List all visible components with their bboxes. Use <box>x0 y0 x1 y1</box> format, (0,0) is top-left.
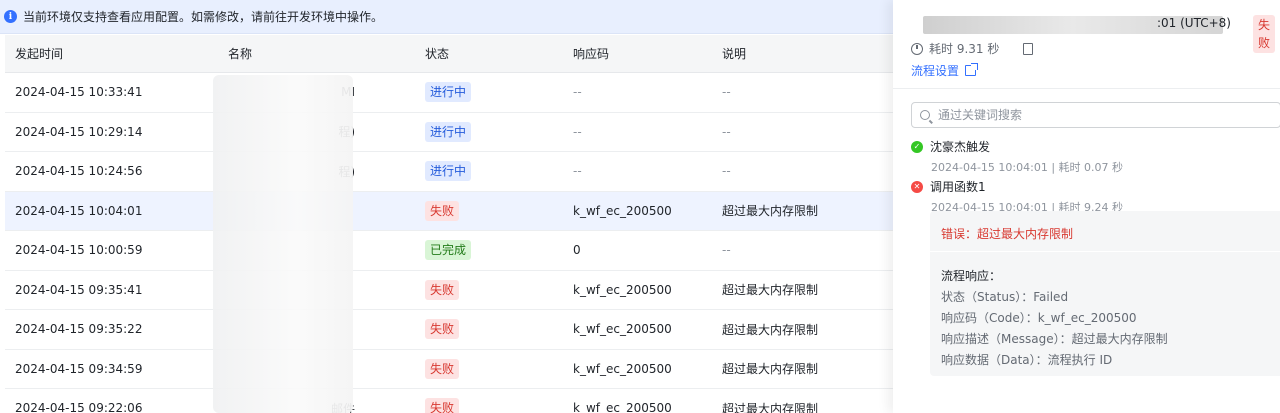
table-row[interactable]: 2024-04-15 10:33:41MI进行中---- <box>5 73 893 113</box>
step-function-call[interactable]: ✕ 调用函数1 2024-04-15 10:04:01 | 耗时 9.24 秒 <box>911 178 1123 215</box>
column-header-code: 响应码 <box>573 47 610 61</box>
error-details-box: 错误：超过最大内存限制 流程响应： 状态（Status）：Failed 响应码（… <box>930 211 1280 376</box>
divider <box>893 88 1280 89</box>
status-badge: 失败 <box>425 279 460 300</box>
name-redaction-blur <box>213 75 353 413</box>
status-badge: 已完成 <box>425 240 472 261</box>
cell-time: 2024-04-15 10:00:59 <box>15 243 143 258</box>
cell-desc: 超过最大内存限制 <box>722 283 819 298</box>
table-header: 发起时间 名称 状态 响应码 说明 <box>5 35 893 73</box>
response-title: 流程响应： <box>941 269 1002 283</box>
run-table: 发起时间 名称 状态 响应码 说明 2024-04-15 10:33:41MI进… <box>5 35 893 413</box>
cell-status: 失败 <box>415 200 563 221</box>
cell-desc: 超过最大内存限制 <box>722 204 819 219</box>
duration-text: 耗时 9.31 秒 <box>929 42 1000 56</box>
response-message: 响应描述（Message）：超过最大内存限制 <box>941 332 1168 346</box>
cell-time: 2024-04-15 10:33:41 <box>15 85 143 100</box>
flow-settings-link[interactable]: 流程设置 <box>911 62 979 79</box>
cell-code: k_wf_ec_200500 <box>573 361 672 376</box>
response-code: 响应码（Code）：k_wf_ec_200500 <box>941 311 1137 325</box>
cell-desc: -- <box>722 243 731 258</box>
divider <box>930 251 1280 252</box>
cell-time: 2024-04-15 10:24:56 <box>15 164 143 179</box>
cell-status: 失败 <box>415 358 563 379</box>
status-badge: 失败 <box>425 358 460 379</box>
status-badge: 进行中 <box>425 161 472 182</box>
document-icon <box>1023 42 1034 55</box>
cell-code: -- <box>573 164 582 179</box>
cell-desc: -- <box>722 164 731 179</box>
keyword-search[interactable] <box>911 102 1280 128</box>
cell-time: 2024-04-15 09:34:59 <box>15 361 143 376</box>
table-body: 2024-04-15 10:33:41MI进行中----2024-04-15 1… <box>5 73 893 413</box>
run-detail-panel: :01 (UTC+8) 失败 耗时 9.31 秒 流程设置 ✓ 沈豪杰触发 20… <box>893 0 1280 413</box>
cell-status: 进行中 <box>415 161 563 182</box>
cell-code: -- <box>573 85 582 100</box>
step-meta: 2024-04-15 10:04:01 | 耗时 0.07 秒 <box>931 161 1124 174</box>
search-input[interactable] <box>938 108 1238 122</box>
cell-time: 2024-04-15 09:35:22 <box>15 322 143 337</box>
cell-status: 进行中 <box>415 82 563 103</box>
cell-code: k_wf_ec_200500 <box>573 203 672 218</box>
success-check-icon: ✓ <box>911 140 923 153</box>
cell-code: -- <box>573 124 582 139</box>
cell-status: 已完成 <box>415 240 563 261</box>
clock-icon <box>911 42 923 55</box>
cell-desc: 超过最大内存限制 <box>722 322 819 337</box>
step-name: 沈豪杰触发 <box>930 140 991 154</box>
error-x-icon: ✕ <box>911 180 923 193</box>
table-row[interactable]: 2024-04-15 10:04:01 失败 k_wf_ec_200500 超过最大内… <box>5 191 893 231</box>
response-status: 状态（Status）：Failed <box>941 290 1069 304</box>
detail-header: :01 (UTC+8) 失败 <box>911 12 1276 53</box>
cell-status: 进行中 <box>415 121 563 142</box>
cell-time: 2024-04-15 10:04:01 <box>15 203 143 218</box>
cell-desc: -- <box>722 124 731 139</box>
detail-title-tail: :01 (UTC+8) <box>1157 16 1231 30</box>
table-row[interactable]: 2024-04-15 09:34:59 失败 k_wf_ec_200500 超过最大内… <box>5 349 893 389</box>
external-link-icon <box>965 63 979 76</box>
flow-settings-label: 流程设置 <box>911 64 960 78</box>
cell-time: 2024-04-15 09:35:41 <box>15 282 143 297</box>
cell-code: 0 <box>573 243 581 258</box>
error-message: 错误：超过最大内存限制 <box>941 227 1074 241</box>
table-row[interactable]: 2024-04-15 10:24:56程)进行中---- <box>5 152 893 192</box>
column-header-desc: 说明 <box>722 47 747 61</box>
step-name: 调用函数1 <box>930 180 986 194</box>
info-icon: i <box>4 10 17 23</box>
cell-code: k_wf_ec_200500 <box>573 401 672 413</box>
status-badge: 失败 <box>425 200 460 221</box>
search-icon <box>920 110 930 120</box>
cell-status: 失败 <box>415 398 563 413</box>
detail-meta: 耗时 9.31 秒 <box>911 40 1034 57</box>
run-history-panel: i 当前环境仅支持查看应用配置。如需修改，请前往开发环境中操作。 发起时间 名称… <box>0 0 893 413</box>
cell-code: k_wf_ec_200500 <box>573 282 672 297</box>
table-row[interactable]: 2024-04-15 09:35:41 失败 k_wf_ec_200500 超过最大内… <box>5 270 893 310</box>
column-header-status: 状态 <box>425 47 450 61</box>
response-data: 响应数据（Data）：流程执行 ID <box>941 353 1113 367</box>
cell-code: k_wf_ec_200500 <box>573 322 672 337</box>
detail-status-badge: 失败 <box>1253 15 1276 53</box>
table-row[interactable]: 2024-04-15 09:35:22 失败 k_wf_ec_200500 超过最大内… <box>5 310 893 350</box>
column-header-time: 发起时间 <box>15 47 64 61</box>
column-header-name: 名称 <box>228 47 253 61</box>
status-badge: 进行中 <box>425 82 472 103</box>
table-row[interactable]: 2024-04-15 09:22:06邮件失败k_wf_ec_200500超过最… <box>5 389 893 413</box>
cell-status: 失败 <box>415 279 563 300</box>
notice-text: 当前环境仅支持查看应用配置。如需修改，请前往开发环境中操作。 <box>23 10 384 24</box>
status-badge: 失败 <box>425 319 460 340</box>
status-badge: 进行中 <box>425 121 472 142</box>
cell-time: 2024-04-15 10:29:14 <box>15 124 143 139</box>
cell-desc: -- <box>722 85 731 100</box>
cell-time: 2024-04-15 09:22:06 <box>15 401 143 413</box>
cell-desc: 超过最大内存限制 <box>722 362 819 377</box>
cell-status: 失败 <box>415 319 563 340</box>
table-row[interactable]: 2024-04-15 10:29:14程)进行中---- <box>5 112 893 152</box>
status-badge: 失败 <box>425 398 460 413</box>
environment-notice: i 当前环境仅支持查看应用配置。如需修改，请前往开发环境中操作。 <box>0 0 893 34</box>
step-trigger[interactable]: ✓ 沈豪杰触发 2024-04-15 10:04:01 | 耗时 0.07 秒 <box>911 138 1123 175</box>
cell-desc: 超过最大内存限制 <box>722 401 819 413</box>
table-row[interactable]: 2024-04-15 10:00:59 已完成 0 -- <box>5 231 893 271</box>
